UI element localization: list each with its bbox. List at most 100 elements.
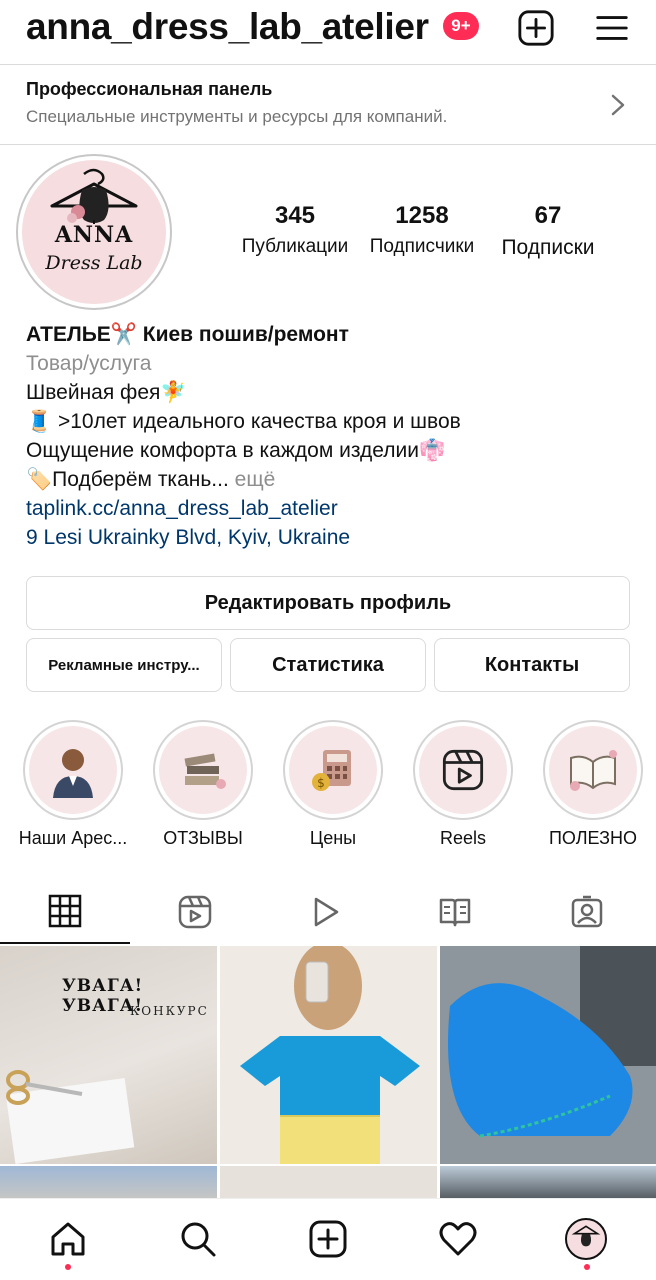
highlight-cover	[419, 726, 507, 814]
post-thumbnail[interactable]	[220, 1166, 437, 1200]
svg-text:$: $	[317, 776, 325, 790]
top-bar: anna_dress_lab_atelier 9+	[0, 0, 656, 60]
highlight-ring	[543, 720, 643, 820]
avatar-logo: ANNA Dress Lab	[22, 160, 166, 304]
tab-grid[interactable]	[0, 880, 130, 944]
person-in-tshirt-image	[220, 946, 437, 1164]
plus-square-icon	[309, 1220, 347, 1258]
tab-videos[interactable]	[260, 880, 390, 944]
menu-button[interactable]	[592, 8, 632, 48]
highlight-label: Reels	[439, 828, 487, 848]
reels-icon	[442, 749, 484, 791]
stat-posts-value: 345	[274, 202, 316, 229]
nav-create[interactable]	[306, 1217, 350, 1261]
stat-following-value: 67	[534, 202, 562, 229]
professional-panel[interactable]: Профессиональная панель Специальные инст…	[0, 64, 656, 145]
create-button[interactable]	[516, 8, 556, 48]
tagged-icon	[571, 895, 603, 928]
profile-bio: АТЕЛЬЕ✂️ Киев пошив/ремонт Товар/услуга …	[26, 320, 636, 552]
bio-line: Ощущение комфорта в каждом изделии👘	[26, 439, 446, 462]
highlight-label: ПОЛЕЗНО	[548, 828, 638, 848]
nav-profile[interactable]	[564, 1217, 608, 1261]
ad-tools-button[interactable]: Рекламные инстру...	[26, 638, 222, 692]
sewing-fabric-image	[440, 946, 656, 1164]
reels-icon	[178, 895, 212, 929]
dress-form-icon	[571, 1225, 601, 1247]
bio-name: АТЕЛЬЕ✂️ Киев пошив/ремонт	[26, 323, 349, 346]
profile-avatar-icon	[565, 1218, 607, 1260]
stat-followers-label: Подписчики	[369, 236, 475, 257]
post-thumbnail[interactable]	[0, 1166, 217, 1200]
scissors-icon	[6, 1070, 83, 1105]
contacts-button[interactable]: Контакты	[434, 638, 630, 692]
post-thumbnail[interactable]: УВАГА! УВАГА! КОНКУРС	[0, 946, 217, 1164]
notification-badge[interactable]: 9+	[443, 12, 479, 40]
avatar-logo-line2: Dress Lab	[45, 252, 143, 274]
chevron-right-icon	[611, 94, 625, 116]
highlight-item[interactable]: Наши Арес...	[8, 720, 138, 849]
bio-address-link[interactable]: 9 Lesi Ukrainky Blvd, Kyiv, Ukraine	[26, 523, 636, 552]
stat-following-label: Подписки	[501, 236, 595, 259]
books-icon	[184, 753, 226, 789]
plus-square-icon	[518, 10, 554, 46]
highlight-label: Цены	[309, 828, 357, 848]
highlight-cover	[29, 726, 117, 814]
person-photo-icon	[53, 749, 93, 798]
hamburger-menu-icon	[596, 16, 628, 40]
highlight-cover: $	[289, 726, 377, 814]
search-icon	[181, 1222, 216, 1257]
home-icon	[51, 1222, 85, 1256]
highlight-ring	[153, 720, 253, 820]
bio-more-link[interactable]: ещё	[235, 468, 276, 491]
highlight-ring	[413, 720, 513, 820]
guide-icon	[439, 898, 471, 927]
calculator-icon: $	[312, 750, 351, 791]
pro-panel-title: Профессиональная панель	[26, 79, 273, 99]
heart-icon	[439, 1222, 477, 1256]
post-thumbnail[interactable]	[440, 946, 656, 1164]
edit-profile-button[interactable]: Редактировать профиль	[26, 576, 630, 630]
stat-posts[interactable]: 345 Публикации	[236, 202, 354, 258]
profile-tabs	[0, 880, 656, 944]
stat-followers[interactable]: 1258 Подписчики	[364, 202, 480, 258]
post-thumbnail[interactable]	[220, 946, 437, 1164]
profile-avatar[interactable]: ANNA Dress Lab	[16, 154, 172, 310]
bio-category: Товар/услуга	[26, 352, 152, 375]
highlight-item[interactable]: $ Цены	[268, 720, 398, 849]
highlight-item[interactable]: ОТЗЫВЫ	[138, 720, 268, 849]
nav-home-dot	[65, 1264, 71, 1270]
highlight-cover	[159, 726, 247, 814]
nav-search[interactable]	[176, 1217, 220, 1261]
bio-line-text: 🏷️Подберём ткань...	[26, 468, 229, 491]
tab-tagged[interactable]	[522, 880, 652, 944]
posts-grid: УВАГА! УВАГА! КОНКУРС	[0, 946, 656, 1200]
avatar-logo-line1: ANNA	[54, 222, 134, 248]
pro-panel-subtitle: Специальные инструменты и ресурсы для ко…	[26, 107, 448, 126]
highlight-ring	[23, 720, 123, 820]
statistics-button[interactable]: Статистика	[230, 638, 426, 692]
open-book-icon	[570, 750, 617, 791]
stat-posts-label: Публикации	[241, 236, 349, 257]
highlight-item[interactable]: ПОЛЕЗНО	[528, 720, 656, 849]
nav-activity[interactable]	[436, 1217, 480, 1261]
username-title[interactable]: anna_dress_lab_atelier	[26, 6, 429, 48]
highlight-label: Наши Арес...	[18, 828, 128, 848]
grid-icon	[48, 894, 82, 928]
bio-website-link[interactable]: taplink.cc/anna_dress_lab_atelier	[26, 494, 636, 523]
tab-reels[interactable]	[130, 880, 260, 944]
stat-followers-value: 1258	[395, 202, 449, 229]
post-thumbnail[interactable]	[440, 1166, 656, 1200]
stat-following[interactable]: 67 Подписки	[492, 202, 604, 260]
post-subtitle: КОНКУРС	[130, 1004, 209, 1018]
highlight-label: ОТЗЫВЫ	[163, 828, 243, 848]
highlight-ring: $	[283, 720, 383, 820]
highlight-cover	[549, 726, 637, 814]
bio-line: 🧵 >10лет идеального качества кроя и швов	[26, 410, 461, 433]
nav-profile-dot	[584, 1264, 590, 1270]
tab-guides[interactable]	[390, 880, 520, 944]
bio-line-truncated: 🏷️Подберём ткань... ещё	[26, 465, 636, 494]
bottom-navigation	[0, 1198, 656, 1280]
nav-home[interactable]	[46, 1217, 90, 1261]
highlight-item[interactable]: Reels	[398, 720, 528, 849]
bio-line: Швейная фея🧚	[26, 381, 187, 404]
